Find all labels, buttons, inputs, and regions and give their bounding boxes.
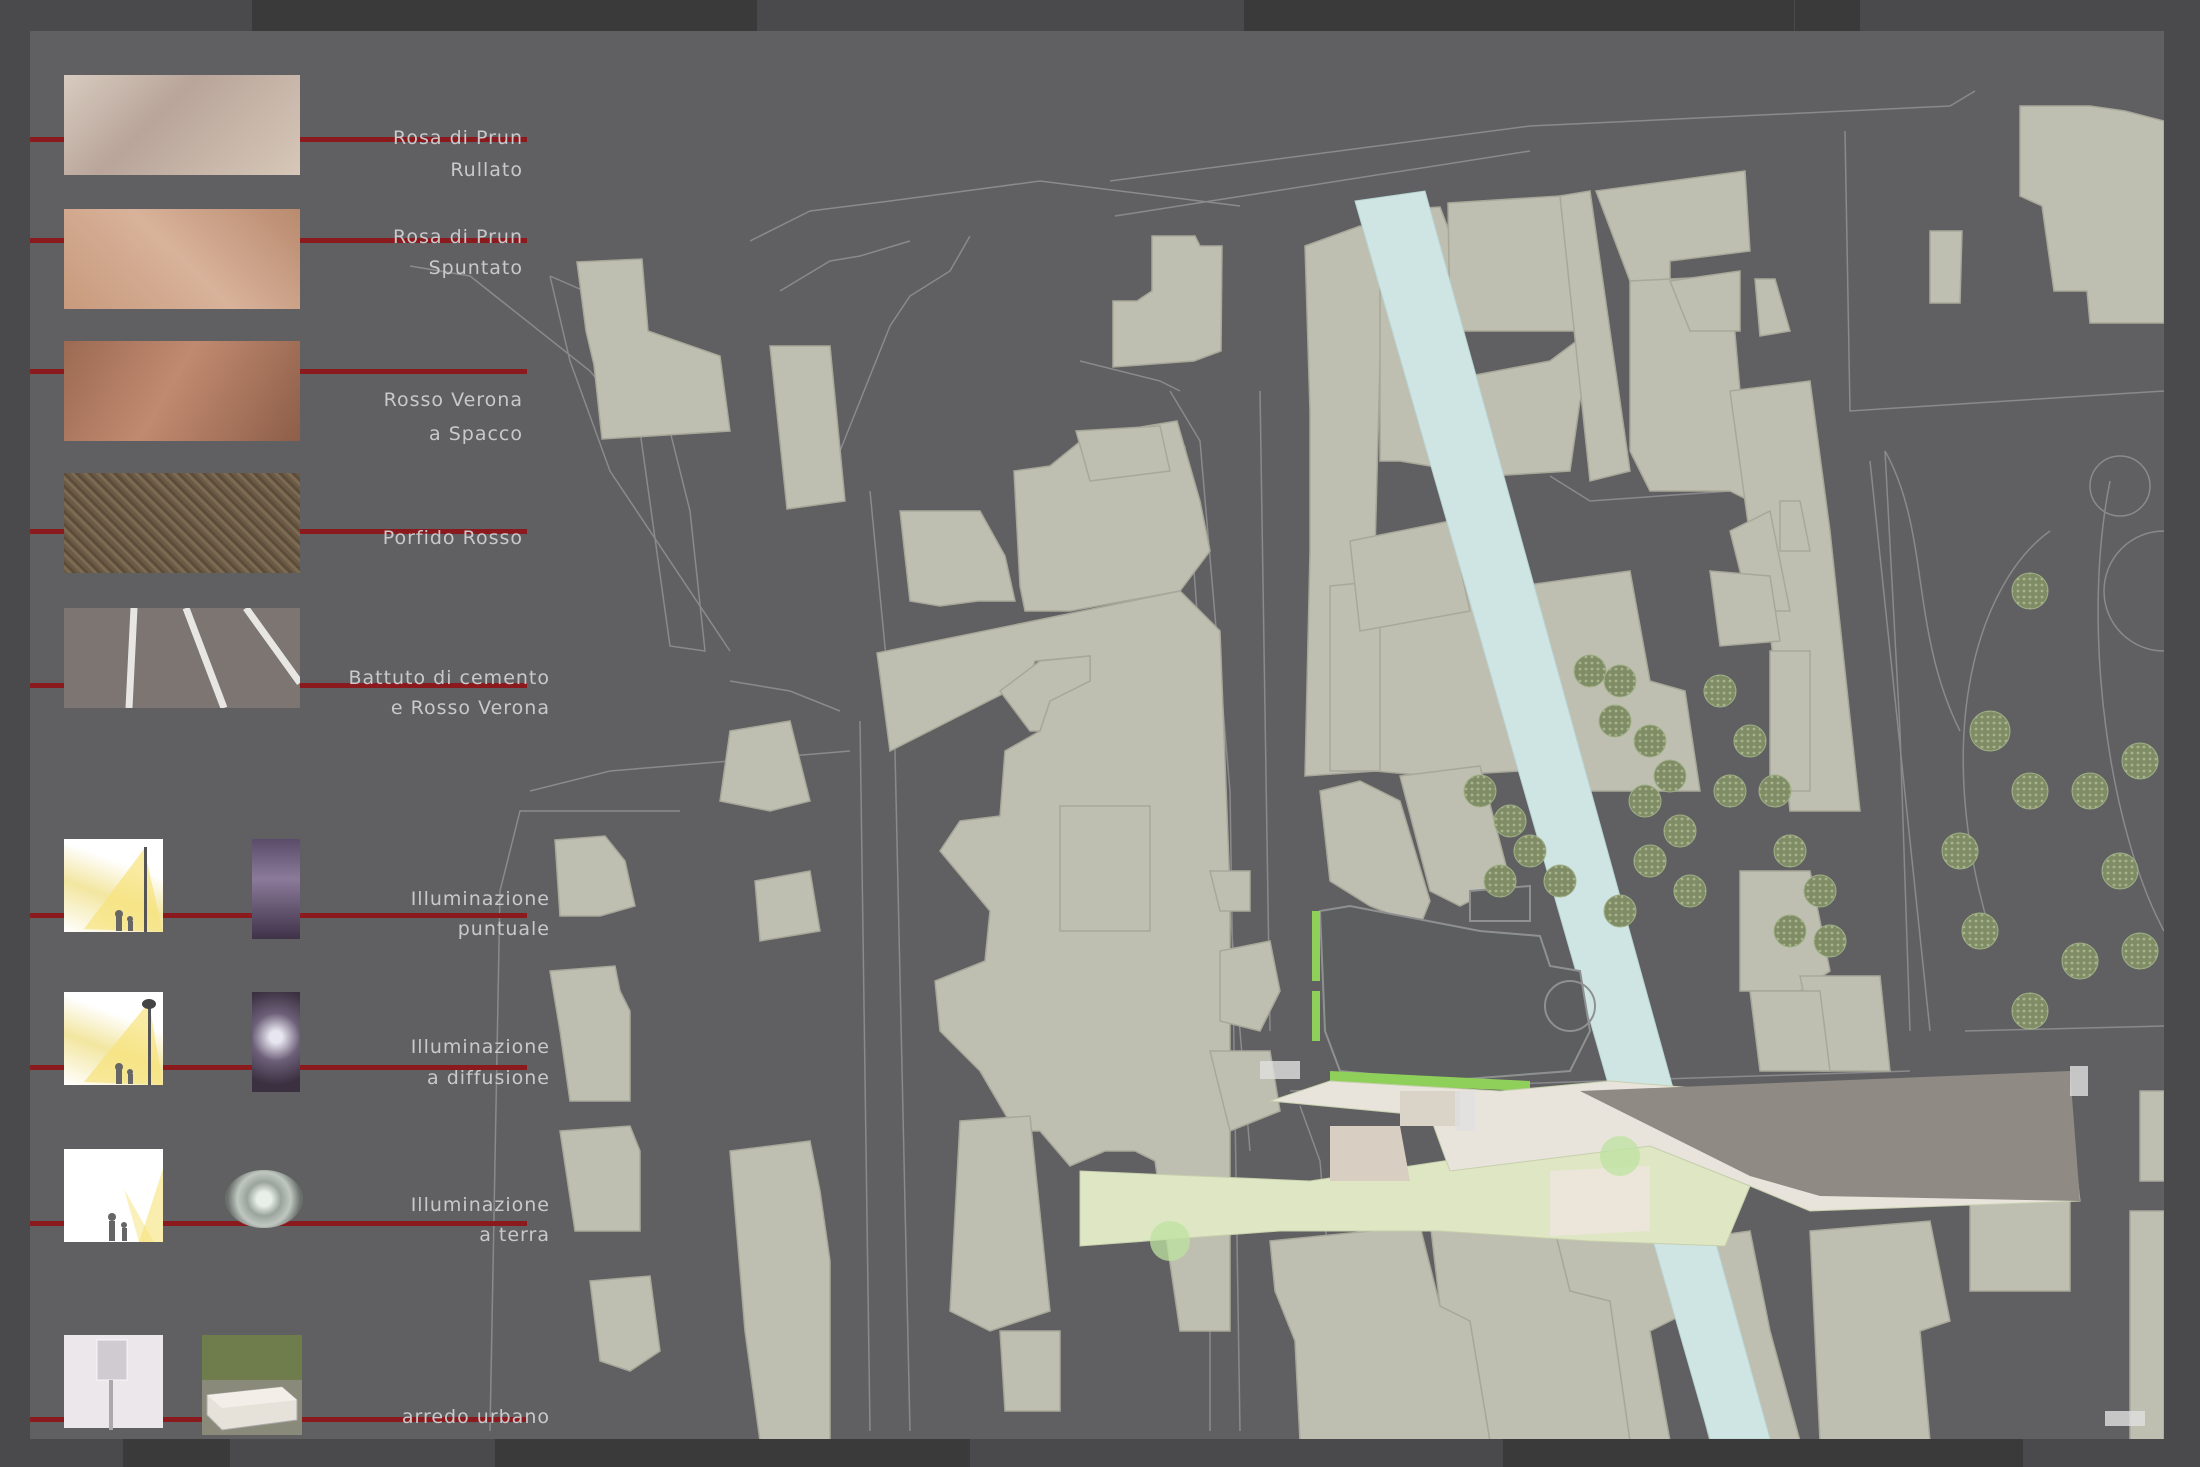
material-label-line1: Porfido Rosso [382, 527, 523, 549]
legend-lighting-terra: Illuminazione a terra [30, 1114, 550, 1246]
bollard-icon [64, 1335, 163, 1430]
frame-tab [1795, 0, 1860, 32]
legend-material-rosa-prun-rullato: Rosa di Prun Rullato [30, 53, 550, 181]
legend-material-rosa-prun-spuntato: Rosa di Prun Spuntato [30, 187, 550, 309]
ground-light-icon [64, 1149, 163, 1242]
pavement-stripes-icon [125, 608, 300, 708]
material-label-line1: Rosa di Prun [393, 226, 523, 248]
frame-tab [1503, 1435, 2023, 1467]
legend-arredo-urbano: arredo urbano [30, 1311, 550, 1439]
swatch-rosso-verona-spacco [64, 341, 300, 441]
lamp-photo [252, 839, 300, 939]
church-plan [1318, 884, 1596, 1083]
legend-material-rosso-verona-spacco: Rosso Verona a Spacco [30, 319, 550, 445]
lighting-label-line2: puntuale [457, 918, 550, 940]
lighting-label-line1: Illuminazione [410, 1036, 550, 1058]
material-label-line1: Rosa di Prun [393, 127, 523, 149]
globe-lamp-icon [64, 992, 163, 1085]
material-label-line2: Spuntato [428, 257, 523, 279]
material-label-line2: Rullato [450, 159, 523, 181]
legend-lighting-diffusione: Illuminazione a diffusione [30, 959, 550, 1092]
material-label-line1: Rosso Verona [383, 389, 523, 411]
material-label-line1: Battuto di cemento [348, 667, 550, 689]
street-lamp-icon [64, 839, 163, 932]
ground-light-fixture-icon [225, 1170, 303, 1228]
globe-lamp-photo [252, 992, 300, 1092]
frame-tab [1244, 0, 1794, 32]
buildings [549, 105, 2164, 1439]
frame-tab [495, 1435, 970, 1467]
legend-material-battuto-cemento: Battuto di cemento e Rosso Verona [30, 584, 550, 719]
swatch-battuto-cemento [64, 608, 300, 708]
legend-material-porfido-rosso: Porfido Rosso [30, 451, 550, 573]
swatch-porfido-rosso [64, 473, 300, 573]
plan-board: Rosa di Prun Rullato Rosa di Prun Spunta… [30, 31, 2164, 1439]
swatch-rosa-prun-spuntato [64, 209, 300, 309]
legend-lighting-puntuale: Illuminazione puntuale [30, 806, 550, 940]
material-label-line2: a Spacco [429, 423, 523, 445]
swatch-rosa-prun-rullato [64, 75, 300, 175]
frame-tab [252, 0, 757, 32]
lighting-label-line1: Illuminazione [410, 888, 550, 910]
bench-icon [202, 1335, 302, 1435]
material-label-line2: e Rosso Verona [390, 697, 550, 719]
lighting-label-line1: Illuminazione [410, 1194, 550, 1216]
frame-tab [123, 1435, 230, 1467]
lighting-label-line2: a diffusione [427, 1067, 550, 1089]
lighting-label-line2: a terra [479, 1224, 550, 1246]
furniture-label: arredo urbano [401, 1406, 550, 1428]
